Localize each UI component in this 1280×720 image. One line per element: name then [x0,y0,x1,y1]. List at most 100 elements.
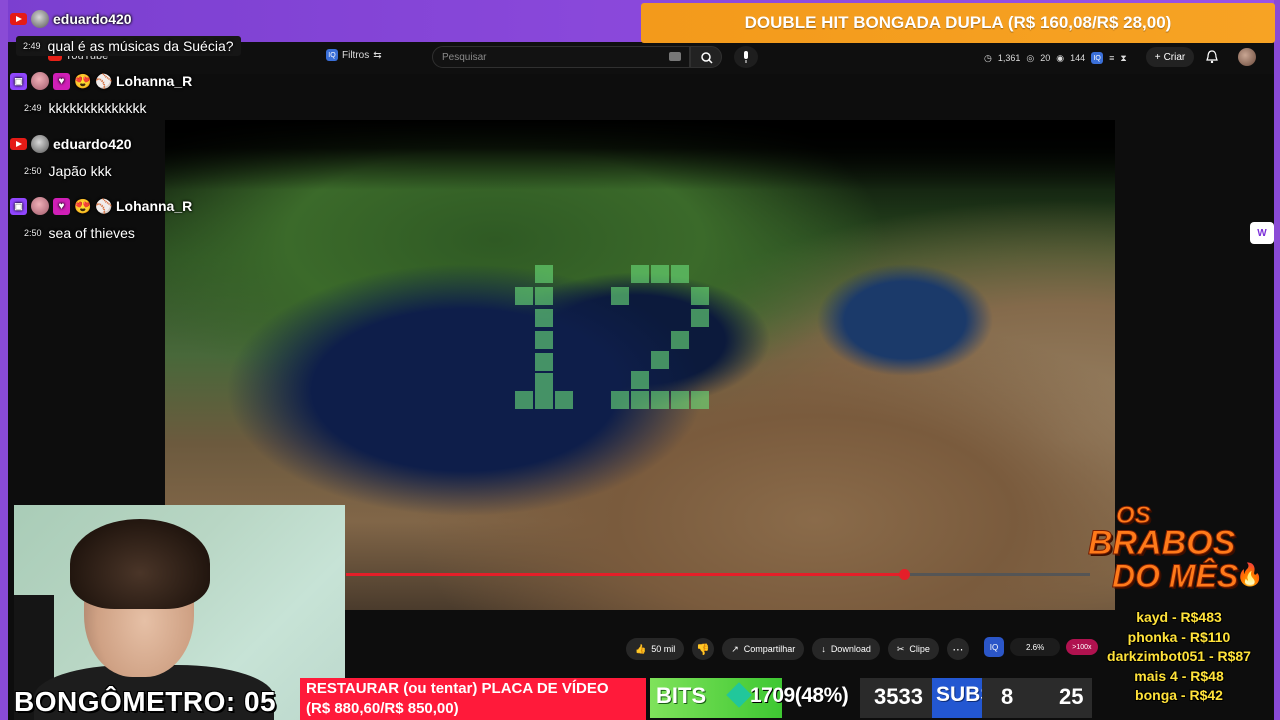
pixel-highlight-overlay [515,265,709,409]
clip-label: Clipe [909,644,930,654]
donor-entry: darkzimbot051 - R$87 [1107,648,1251,664]
chat-username: eduardo420 [53,136,132,152]
chat-text: sea of thieves [48,225,135,241]
eye-icon: ◉ [1056,52,1065,63]
filters-button[interactable]: IQ Filtros ⇆ [326,49,382,61]
share-icon: ↗ [731,643,739,654]
like-button[interactable]: 👍 50 mil [626,638,685,660]
extension-icon[interactable]: ⧗ [1120,53,1126,64]
stream-overlay: YouTube IQ Filtros ⇆ Pesquisar ◷ 1,361 ◎… [0,0,1280,720]
plus-icon: + [1154,51,1161,63]
voice-search-button[interactable] [734,46,758,68]
avatar [31,135,49,153]
baseball-badge-icon: ⚾ [95,197,113,214]
progress-fill [346,573,904,576]
chat-text: kkkkkkkkkkkkkk [48,100,147,116]
dislike-button[interactable]: 👎 [692,638,715,660]
chat-user-line: eduardo420 [10,10,132,28]
create-button[interactable]: + Criar [1146,47,1194,67]
chat-time: 2:49 [24,103,42,113]
more-actions-button[interactable]: ⋯ [946,638,969,660]
stat-3: 144 [1070,53,1086,63]
heart-badge-icon: ♥ [53,197,70,215]
keyboard-icon[interactable] [669,52,681,61]
donor-entry: phonka - R$110 [1127,628,1231,645]
chat-time: 2:49 [23,41,41,51]
chat-message: 2:49 kkkkkkkkkkkkkk [24,100,147,116]
chat-text: Japão kkk [48,163,112,179]
bongometro-counter: BONGÔMETRO: 05 [14,686,277,717]
emoji-badge-icon: 😍 [74,72,92,89]
account-avatar[interactable] [1238,48,1256,66]
share-button[interactable]: ↗ Compartilhar [722,638,805,660]
restore-goal-title: RESTAURAR (ou tentar) PLACA DE VÍDEO [306,680,609,697]
view-icon: ◎ [1026,52,1035,63]
search-icon [701,52,713,64]
space-horizon [165,120,1115,190]
filters-label: Filtros [342,49,370,61]
chat-user-line: eduardo420 [10,135,132,153]
iq-badge-icon[interactable]: IQ [984,637,1004,657]
twitch-icon: ▣ [10,197,27,215]
donation-goal-banner: DOUBLE HIT BONGADA DUPLA (R$ 160,08/R$ 2… [641,3,1275,43]
search-input[interactable]: Pesquisar [432,46,690,68]
restore-goal-amount: (R$ 880,60/R$ 850,00) [306,700,459,717]
subs-goal: 25 [1059,684,1084,709]
fire-icon: 🔥 [1236,562,1264,587]
iq-icon: IQ [326,49,338,61]
stat-2: 20 [1040,53,1051,63]
share-label: Compartilhar [743,644,796,654]
iq-percent: 2.6% [1010,638,1061,656]
youtube-icon [10,13,27,25]
youtube-icon [10,138,27,150]
avatar [31,72,49,90]
stat-1: 1,361 [997,53,1021,63]
brabos-do-mes-logo: OS BRABOS DO MÊS 🔥 [1086,502,1264,602]
download-label: Download [830,644,871,654]
brabos-line-3: DO MÊS [1111,558,1239,595]
thumbs-up-icon: 👍 [635,643,647,654]
heart-badge-icon: ♥ [53,72,70,90]
chat-user-line: ▣ ♥ 😍 ⚾ Lohanna_R [10,72,192,90]
left-purple-rail [0,0,8,720]
bits-count: 3533 [874,684,923,709]
side-extension-icon[interactable]: W [1250,222,1274,244]
iq-icon[interactable]: IQ [1091,52,1104,64]
donor-entry: bonga - R$42 [1135,687,1223,703]
avatar [31,10,49,28]
chat-message: 2:50 sea of thieves [24,225,135,241]
baseball-badge-icon: ⚾ [95,72,113,89]
video-progress-bar[interactable] [346,569,1090,580]
mic-icon [744,51,748,63]
chat-time: 2:50 [24,228,42,238]
restore-goal-widget: RESTAURAR (ou tentar) PLACA DE VÍDEO (R$… [300,678,646,720]
list-icon[interactable]: ≡ [1109,53,1114,63]
create-label: Criar [1163,51,1186,63]
top-donors-list: kayd - R$483 phonka - R$110 darkzimbot05… [1086,608,1272,706]
right-purple-rail [1274,0,1280,720]
like-count: 50 mil [651,644,676,654]
clip-button[interactable]: ✂ Clipe [887,638,939,660]
donor-entry: mais 4 - R$48 [1134,667,1224,684]
download-icon: ↓ [821,644,826,654]
thumbs-down-icon: 👎 [696,643,711,656]
subs-current: 8 [1001,684,1014,709]
chat-time: 2:50 [24,166,42,176]
streamer-hair [70,519,210,609]
notifications-bell-icon[interactable] [1206,50,1218,63]
search-button[interactable] [690,46,722,68]
extension-stats: ◷ 1,361 ◎ 20 ◉ 144 IQ ≡ ⧗ [984,52,1127,64]
sliders-icon: ⇆ [373,49,382,61]
more-icon: ⋯ [952,643,964,656]
progress-scrubber[interactable] [899,569,910,580]
video-actions: 👍 50 mil 👎 ↗ Compartilhar ↓ Download ✂ C… [626,638,969,660]
bits-label: BITS [656,683,707,708]
donor-entry: kayd - R$483 [1136,609,1222,625]
chat-message: 2:49 qual é as músicas da Suécia? [16,36,241,56]
chat-username: eduardo420 [53,11,132,27]
avatar [31,197,49,215]
download-button[interactable]: ↓ Download [812,638,880,660]
scissors-icon: ✂ [896,643,905,654]
twitch-icon: ▣ [10,72,27,90]
chat-text: qual é as músicas da Suécia? [47,38,234,54]
